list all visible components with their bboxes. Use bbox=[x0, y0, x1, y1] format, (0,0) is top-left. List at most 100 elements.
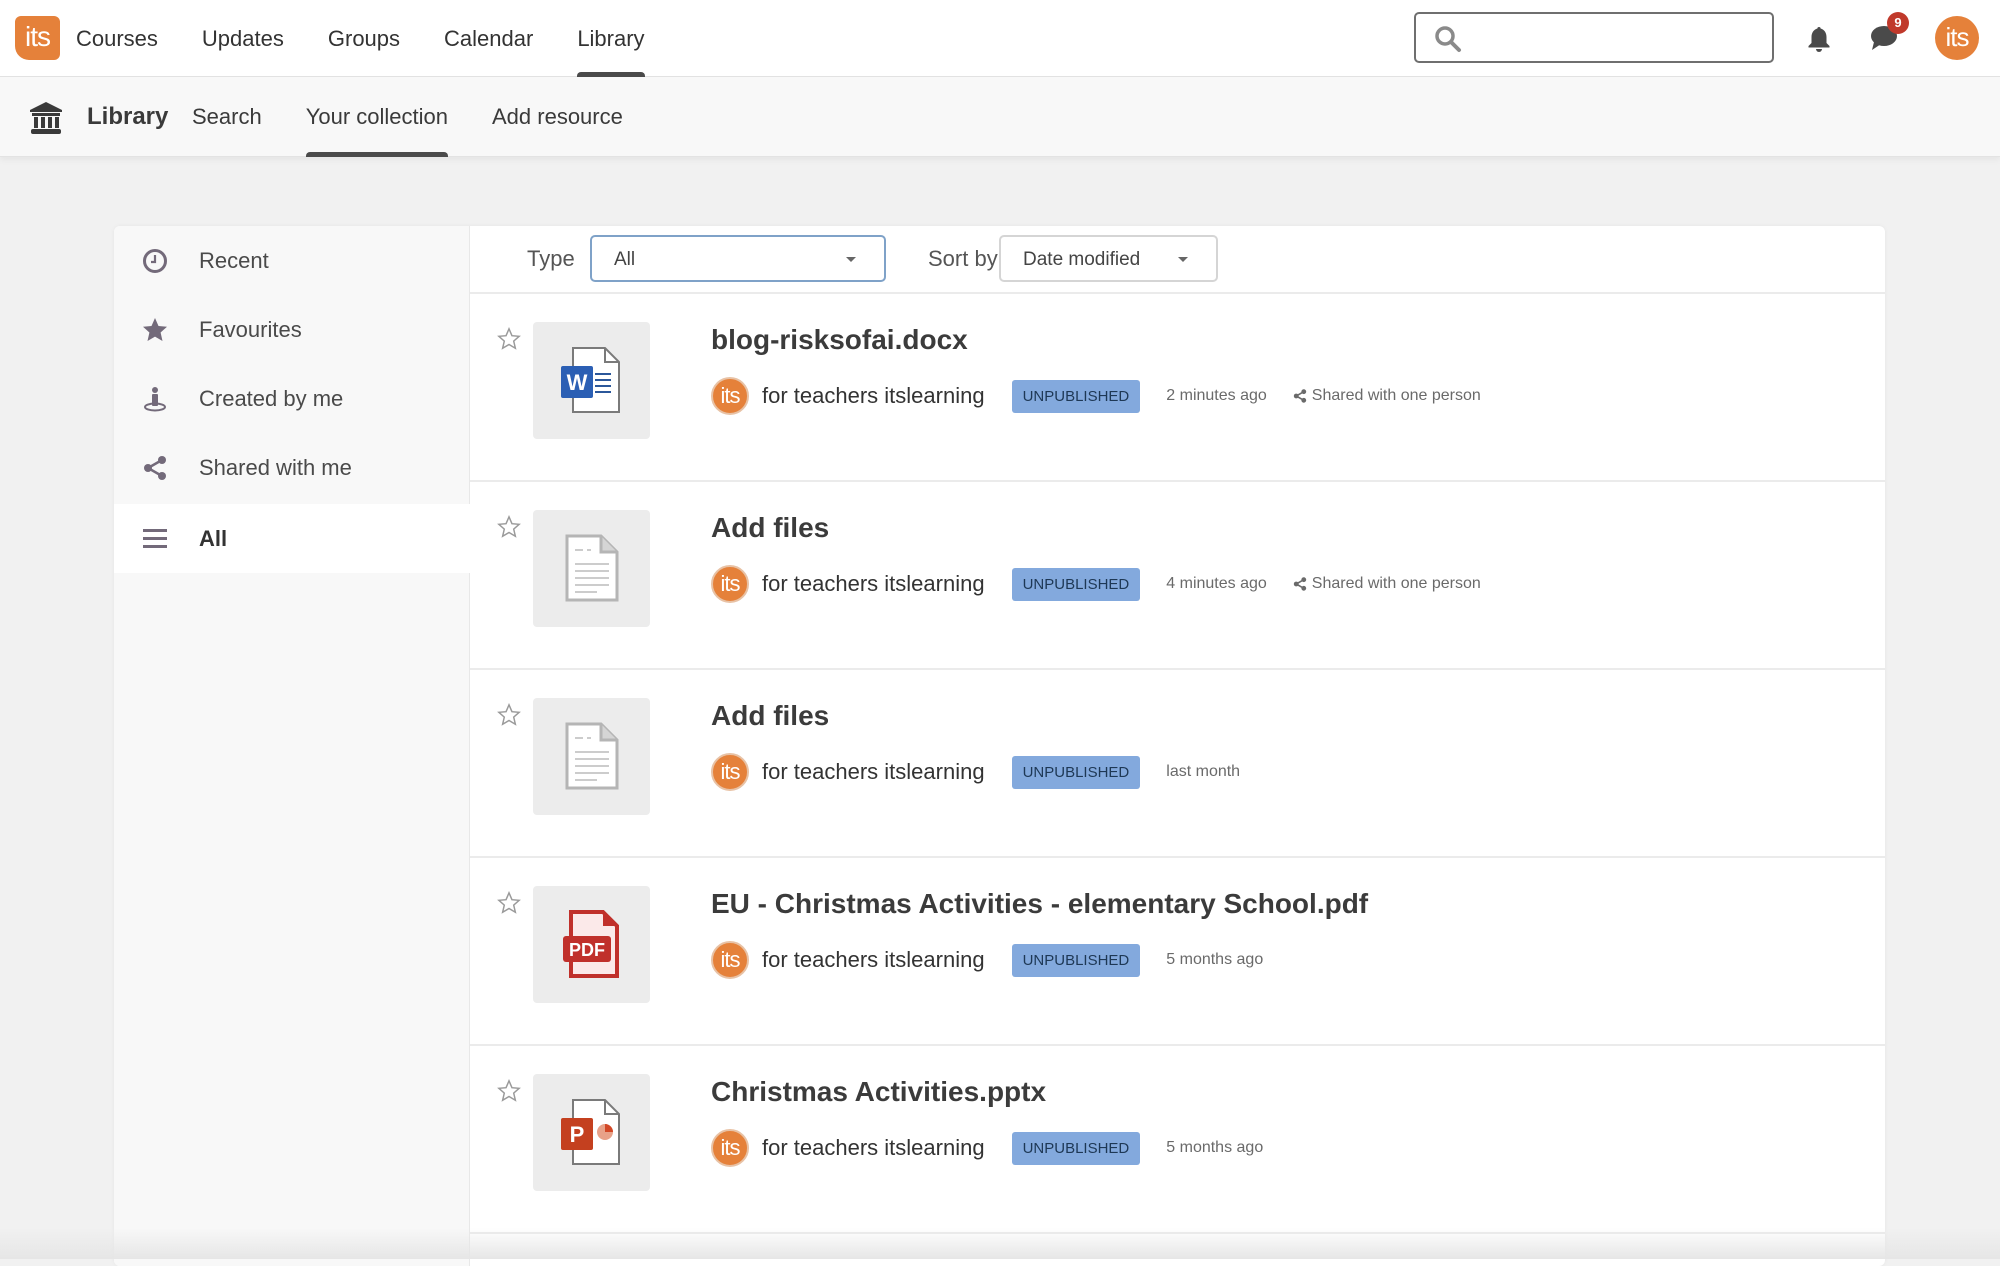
bell-icon[interactable] bbox=[1806, 25, 1832, 53]
file-thumbnail[interactable]: P bbox=[533, 1074, 650, 1191]
owner-name: for teachers itslearning bbox=[762, 571, 985, 596]
resource-meta: its for teachers itslearning UNPUBLISHED… bbox=[711, 564, 1481, 604]
resource-title[interactable]: Add files bbox=[711, 700, 829, 732]
owner-avatar: its bbox=[711, 1129, 749, 1167]
user-avatar[interactable]: its bbox=[1935, 16, 1979, 60]
sidebar-item-label: Favourites bbox=[199, 316, 302, 342]
status-badge: UNPUBLISHED bbox=[1011, 1131, 1141, 1165]
type-label: Type bbox=[527, 246, 575, 271]
resource-row[interactable]: Add files its for teachers itslearning U… bbox=[470, 482, 1885, 670]
clock-icon bbox=[143, 249, 167, 273]
status-badge: UNPUBLISHED bbox=[1011, 567, 1141, 601]
file-thumbnail[interactable]: W bbox=[533, 322, 650, 439]
owner-name: for teachers itslearning bbox=[762, 383, 985, 408]
collection-sidebar: Recent Favourites Created by me Shared w… bbox=[114, 226, 470, 1266]
nav-calendar[interactable]: Calendar bbox=[444, 0, 533, 77]
tab-search[interactable]: Search bbox=[192, 77, 262, 157]
shared-text: Shared with one person bbox=[1311, 387, 1481, 404]
svg-text:PDF: PDF bbox=[569, 940, 605, 960]
sidebar-item-favourites[interactable]: Favourites bbox=[114, 295, 470, 364]
modified-time: 4 minutes ago bbox=[1166, 575, 1267, 592]
bottom-shadow bbox=[0, 1228, 2000, 1259]
resource-title[interactable]: EU - Christmas Activities - elementary S… bbox=[711, 888, 1368, 920]
person-icon bbox=[144, 387, 166, 412]
favourite-star-icon[interactable] bbox=[497, 1079, 521, 1103]
resource-row[interactable]: P Christmas Activities.pptx its for teac… bbox=[470, 1046, 1885, 1234]
sidebar-item-created-by-me[interactable]: Created by me bbox=[114, 364, 470, 433]
nav-courses[interactable]: Courses bbox=[76, 0, 158, 77]
owner-name: for teachers itslearning bbox=[762, 947, 985, 972]
favourite-star-icon[interactable] bbox=[497, 703, 521, 727]
file-thumbnail[interactable]: PDF bbox=[533, 886, 650, 1003]
sidebar-item-label: Shared with me bbox=[199, 454, 352, 480]
favourite-star-icon[interactable] bbox=[497, 327, 521, 351]
status-badge: UNPUBLISHED bbox=[1011, 943, 1141, 977]
owner-name: for teachers itslearning bbox=[762, 759, 985, 784]
owner-name: for teachers itslearning bbox=[762, 1135, 985, 1160]
favourite-star-icon[interactable] bbox=[497, 891, 521, 915]
resource-title[interactable]: blog-risksofai.docx bbox=[711, 324, 968, 356]
sidebar-item-shared-with-me[interactable]: Shared with me bbox=[114, 433, 470, 502]
generic-file-icon bbox=[565, 722, 619, 790]
file-thumbnail[interactable] bbox=[533, 510, 650, 627]
tab-add-resource[interactable]: Add resource bbox=[492, 77, 623, 157]
sort-select[interactable]: Date modified bbox=[999, 235, 1218, 282]
sidebar-item-all[interactable]: All bbox=[114, 504, 470, 573]
search-input[interactable] bbox=[1474, 14, 1764, 58]
sidebar-item-label: All bbox=[199, 525, 228, 551]
word-file-icon: W bbox=[561, 347, 620, 413]
resource-meta: its for teachers itslearning UNPUBLISHED… bbox=[711, 752, 1266, 792]
chevron-down-icon bbox=[846, 257, 856, 262]
share-icon bbox=[1293, 389, 1306, 403]
sort-select-value: Date modified bbox=[1023, 249, 1141, 270]
pdf-file-icon: PDF bbox=[563, 910, 619, 978]
resource-row[interactable]: PDF EU - Christmas Activities - elementa… bbox=[470, 858, 1885, 1046]
modified-time: 2 minutes ago bbox=[1166, 387, 1267, 404]
tab-your-collection[interactable]: Your collection bbox=[305, 77, 449, 157]
nav-groups[interactable]: Groups bbox=[328, 0, 400, 77]
shared-info: Shared with one person bbox=[1293, 575, 1481, 593]
modified-time: last month bbox=[1166, 763, 1241, 780]
sidebar-item-label: Created by me bbox=[199, 385, 344, 411]
resource-meta: its for teachers itslearning UNPUBLISHED… bbox=[711, 940, 1289, 980]
modified-time: 5 months ago bbox=[1166, 1139, 1264, 1156]
file-thumbnail[interactable] bbox=[533, 698, 650, 815]
nav-updates[interactable]: Updates bbox=[202, 0, 284, 77]
svg-text:W: W bbox=[567, 370, 588, 395]
messages-badge: 9 bbox=[1887, 12, 1909, 34]
collection-card: Recent Favourites Created by me Shared w… bbox=[114, 226, 1885, 1266]
library-title: Library bbox=[87, 103, 169, 130]
nav-library[interactable]: Library bbox=[577, 0, 645, 77]
modified-time: 5 months ago bbox=[1166, 951, 1264, 968]
library-subnav: Library Search Your collection Add resou… bbox=[0, 77, 2000, 157]
generic-file-icon bbox=[565, 534, 619, 602]
library-tabs: Search Your collection Add resource bbox=[192, 77, 667, 157]
sort-label: Sort by bbox=[928, 246, 998, 271]
resource-row[interactable]: Add files its for teachers itslearning U… bbox=[470, 670, 1885, 858]
list-icon bbox=[143, 529, 167, 548]
sidebar-item-label: Recent bbox=[199, 247, 269, 273]
sidebar-item-recent[interactable]: Recent bbox=[114, 226, 470, 295]
status-badge: UNPUBLISHED bbox=[1011, 379, 1141, 413]
svg-text:P: P bbox=[570, 1122, 585, 1147]
type-select-value: All bbox=[614, 249, 636, 270]
resource-meta: its for teachers itslearning UNPUBLISHED… bbox=[711, 376, 1481, 416]
favourite-star-icon[interactable] bbox=[497, 515, 521, 539]
owner-avatar: its bbox=[711, 753, 749, 791]
itslearning-logo[interactable]: its bbox=[15, 16, 60, 60]
resource-title[interactable]: Add files bbox=[711, 512, 829, 544]
resource-title[interactable]: Christmas Activities.pptx bbox=[711, 1076, 1046, 1108]
powerpoint-file-icon: P bbox=[561, 1099, 620, 1165]
main-nav: Courses Updates Groups Calendar Library bbox=[76, 0, 689, 77]
chevron-down-icon bbox=[1178, 257, 1188, 262]
shared-info: Shared with one person bbox=[1293, 387, 1481, 405]
owner-avatar: its bbox=[711, 377, 749, 415]
owner-avatar: its bbox=[711, 565, 749, 603]
type-select[interactable]: All bbox=[590, 235, 886, 282]
status-badge: UNPUBLISHED bbox=[1011, 755, 1141, 789]
share-icon bbox=[1293, 577, 1306, 591]
resource-row[interactable]: W blog-risksofai.docx its for teachers i… bbox=[470, 294, 1885, 482]
resource-meta: its for teachers itslearning UNPUBLISHED… bbox=[711, 1128, 1289, 1168]
global-search[interactable] bbox=[1414, 12, 1774, 63]
share-icon bbox=[144, 456, 166, 480]
